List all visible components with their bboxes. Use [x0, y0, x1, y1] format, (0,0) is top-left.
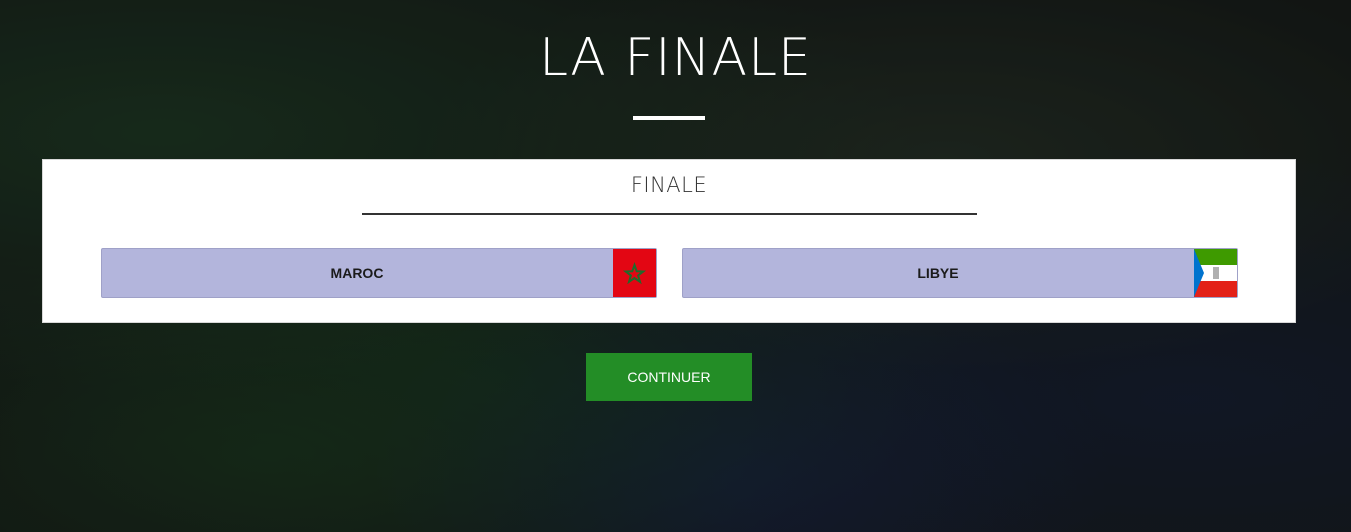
team-name: LIBYE: [917, 265, 959, 281]
morocco-flag-icon: [613, 249, 656, 297]
team-option-maroc[interactable]: MAROC: [101, 248, 657, 298]
team-name: MAROC: [330, 265, 384, 281]
card-title-divider: [362, 213, 977, 215]
continue-button[interactable]: CONTINUER: [586, 353, 752, 401]
title-divider: [633, 116, 705, 120]
equatorial-guinea-flag-icon: [1194, 249, 1237, 297]
page-title: LA FINALE: [539, 28, 812, 88]
team-option-libye[interactable]: LIBYE: [682, 248, 1238, 298]
card-title: FINALE: [630, 173, 708, 197]
final-card: FINALE MAROC LIBYE: [42, 159, 1296, 323]
